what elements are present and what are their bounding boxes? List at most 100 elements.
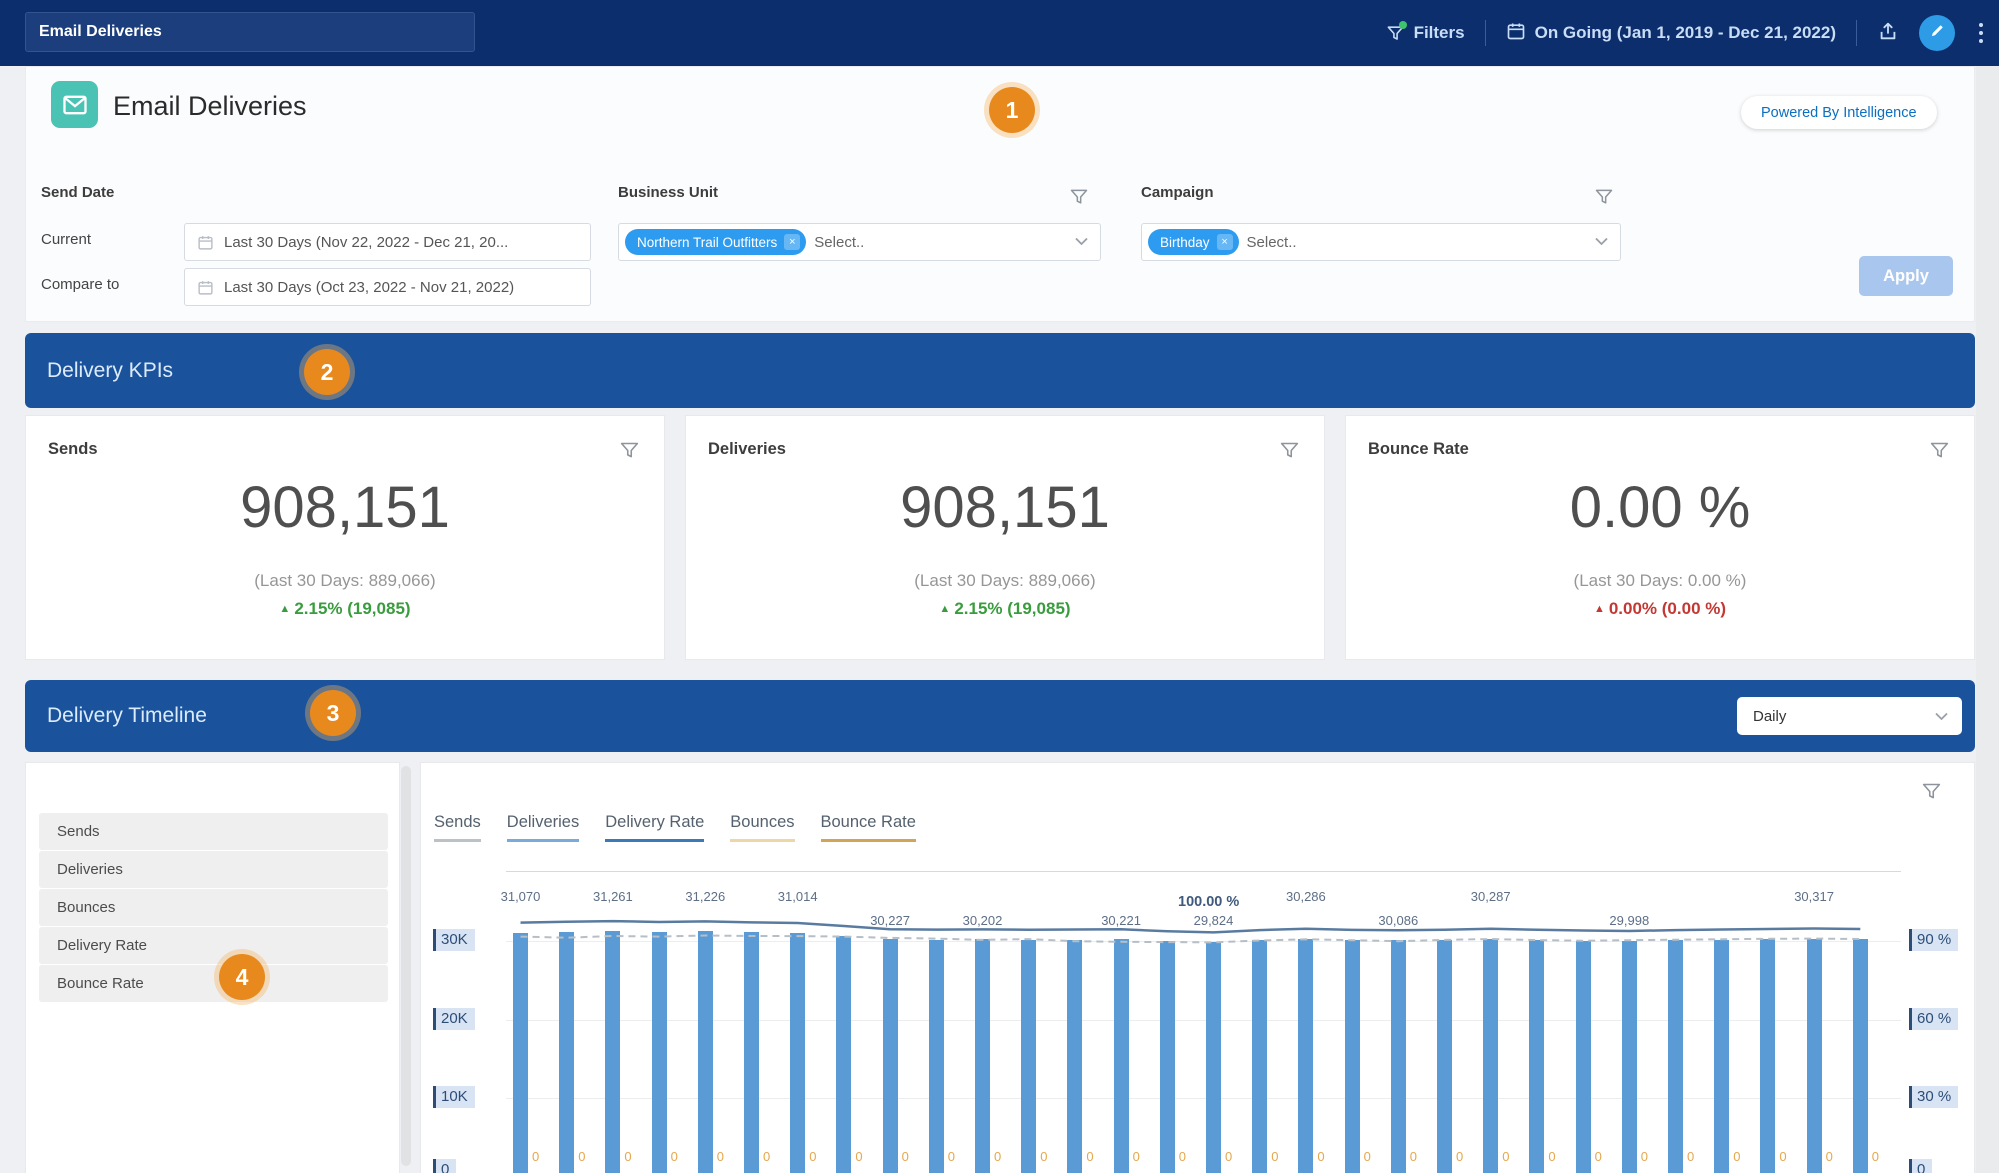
dashboard-title-input[interactable]: Email Deliveries [25, 12, 475, 52]
granularity-select[interactable]: Daily [1737, 697, 1962, 735]
kpi-filter-icon[interactable] [1929, 440, 1950, 466]
bar-data-label: 30,086 [1378, 913, 1419, 928]
page-scrollbar-track[interactable] [1976, 66, 1999, 1173]
bounce-zero-label: 0 [670, 1149, 678, 1164]
kpi-value: 908,151 [900, 475, 1110, 540]
bar-data-label: 30,317 [1794, 889, 1834, 904]
bar-data-label: 31,070 [500, 889, 541, 904]
calendar-icon [197, 234, 214, 251]
bounce-zero-label: 0 [1825, 1149, 1833, 1164]
chart-bar [1390, 940, 1406, 1173]
bounce-zero-label: 0 [1779, 1149, 1787, 1164]
legend-bounce-rate[interactable]: Bounce Rate [820, 813, 916, 842]
current-date-value: Last 30 Days (Nov 22, 2022 - Dec 21, 20.… [224, 233, 509, 251]
bar-data-label: 31,261 [593, 889, 633, 904]
chart-bar [513, 932, 528, 1173]
bounce-zero-label: 0 [578, 1149, 586, 1164]
bounce-zero-label: 0 [1502, 1149, 1510, 1164]
edit-button[interactable] [1919, 15, 1955, 51]
kpi-card-bounce-rate: Bounce Rate 0.00 % (Last 30 Days: 0.00 %) ▲… [1345, 415, 1975, 660]
chart-filter-icon[interactable] [1921, 781, 1942, 807]
chart-bar [1714, 939, 1730, 1173]
chart-bar [744, 932, 759, 1173]
legend-delivery-rate[interactable]: Delivery Rate [605, 813, 705, 842]
chart-gridline [506, 1020, 1901, 1021]
y-axis-right-tick: 90 % [1909, 929, 1959, 951]
bounce-zero-label: 0 [1871, 1149, 1880, 1164]
kpi-filter-icon[interactable] [1279, 440, 1300, 466]
navbar-divider [1856, 20, 1857, 46]
kpi-card-sends: Sends 908,151 (Last 30 Days: 889,066) ▲ 2.15… [25, 415, 665, 660]
chip-close-icon[interactable]: × [1216, 234, 1233, 250]
chart-bar [605, 931, 621, 1173]
bounce-zero-label: 0 [532, 1149, 540, 1164]
bounce-zero-label: 0 [1687, 1149, 1695, 1164]
metric-row-deliveries[interactable]: Deliveries [39, 851, 388, 888]
metric-row-delivery-rate[interactable]: Delivery Rate [39, 927, 388, 964]
date-range-button[interactable]: On Going (Jan 1, 2019 - Dec 21, 2022) [1506, 21, 1836, 46]
annotation-badge-4: 4 [219, 954, 265, 1000]
apply-button[interactable]: Apply [1859, 256, 1953, 296]
chart-bar [790, 933, 806, 1173]
business-unit-select[interactable]: Northern Trail Outfitters × Select.. [618, 223, 1101, 261]
metric-row-bounces[interactable]: Bounces [39, 889, 388, 926]
chip-close-icon[interactable]: × [784, 234, 801, 250]
filters-active-dot [1398, 20, 1407, 29]
granularity-value: Daily [1753, 707, 1787, 725]
chart-bar [1575, 940, 1591, 1173]
bar-data-label: 30,287 [1470, 889, 1511, 904]
navbar-divider [1484, 20, 1486, 46]
delivery-rate-point-label: 100.00 % [1178, 894, 1240, 910]
bounce-zero-label: 0 [1594, 1149, 1602, 1164]
current-date-input[interactable]: Last 30 Days (Nov 22, 2022 - Dec 21, 20.… [184, 223, 591, 261]
kpi-filter-icon[interactable] [619, 440, 640, 466]
navbar-actions: Filters On Going (Jan 1, 2019 - Dec 21, … [1386, 0, 1987, 66]
metrics-panel-scrollbar[interactable] [401, 766, 411, 1166]
chart-bar [697, 931, 713, 1173]
chart-bar [975, 939, 990, 1173]
bounce-zero-label: 0 [947, 1149, 956, 1164]
chevron-down-icon [1075, 233, 1088, 251]
current-label: Current [41, 231, 92, 248]
bar-data-label: 30,286 [1286, 889, 1326, 904]
email-app-icon [51, 81, 98, 128]
campaign-label: Campaign [1141, 184, 1214, 201]
timeline-metrics-panel: Sends Deliveries Bounces Delivery Rate Bounc… [25, 762, 400, 1173]
legend-deliveries[interactable]: Deliveries [506, 813, 580, 842]
bounce-zero-label: 0 [716, 1149, 725, 1164]
legend-sends[interactable]: Sends [434, 813, 481, 842]
bar-data-label: 30,221 [1101, 913, 1141, 928]
legend-bounces[interactable]: Bounces [730, 813, 795, 842]
chart-bar [928, 939, 944, 1173]
kpi-subtext: (Last 30 Days: 0.00 %) [1573, 571, 1747, 590]
timeline-chart-panel: Sends Deliveries Delivery Rate Bounces Bounc… [420, 762, 1975, 1173]
business-unit-chip: Northern Trail Outfitters × [625, 229, 807, 255]
powered-by-intelligence-button[interactable]: Powered By Intelligence [1741, 96, 1937, 129]
campaign-filter-icon[interactable] [1594, 187, 1614, 212]
filters-label: Filters [1413, 23, 1465, 42]
filters-button[interactable]: Filters [1386, 20, 1465, 43]
page-title: Email Deliveries [113, 91, 307, 121]
bounce-zero-label: 0 [1086, 1149, 1094, 1164]
more-options-button[interactable] [1975, 19, 1987, 47]
metric-row-bounce-rate[interactable]: Bounce Rate [39, 965, 388, 1002]
kpi-delta: ▲ 2.15% (19,085) [939, 599, 1071, 618]
y-axis-right-tick: 60 % [1909, 1008, 1959, 1030]
chart-bar [882, 939, 898, 1173]
bounce-zero-label: 0 [1456, 1149, 1464, 1164]
annotation-badge-1: 1 [989, 87, 1035, 133]
y-axis-right-tick: 0 [1909, 1159, 1933, 1173]
bounce-zero-label: 0 [994, 1149, 1002, 1164]
chart-gridline [506, 1098, 1901, 1099]
bounce-zero-label: 0 [1548, 1149, 1556, 1164]
metric-row-sends[interactable]: Sends [39, 813, 388, 850]
kpi-delta: ▲ 0.00% (0.00 %) [1593, 599, 1727, 618]
compare-date-input[interactable]: Last 30 Days (Oct 23, 2022 - Nov 21, 202… [184, 268, 591, 306]
chart-gridline [506, 941, 1901, 942]
campaign-select[interactable]: Birthday × Select.. [1141, 223, 1621, 261]
business-unit-filter-icon[interactable] [1069, 187, 1089, 212]
share-button[interactable] [1877, 20, 1899, 47]
chart-bar [1529, 939, 1545, 1173]
bounce-zero-label: 0 [1178, 1149, 1187, 1164]
chevron-down-icon [1935, 708, 1948, 725]
